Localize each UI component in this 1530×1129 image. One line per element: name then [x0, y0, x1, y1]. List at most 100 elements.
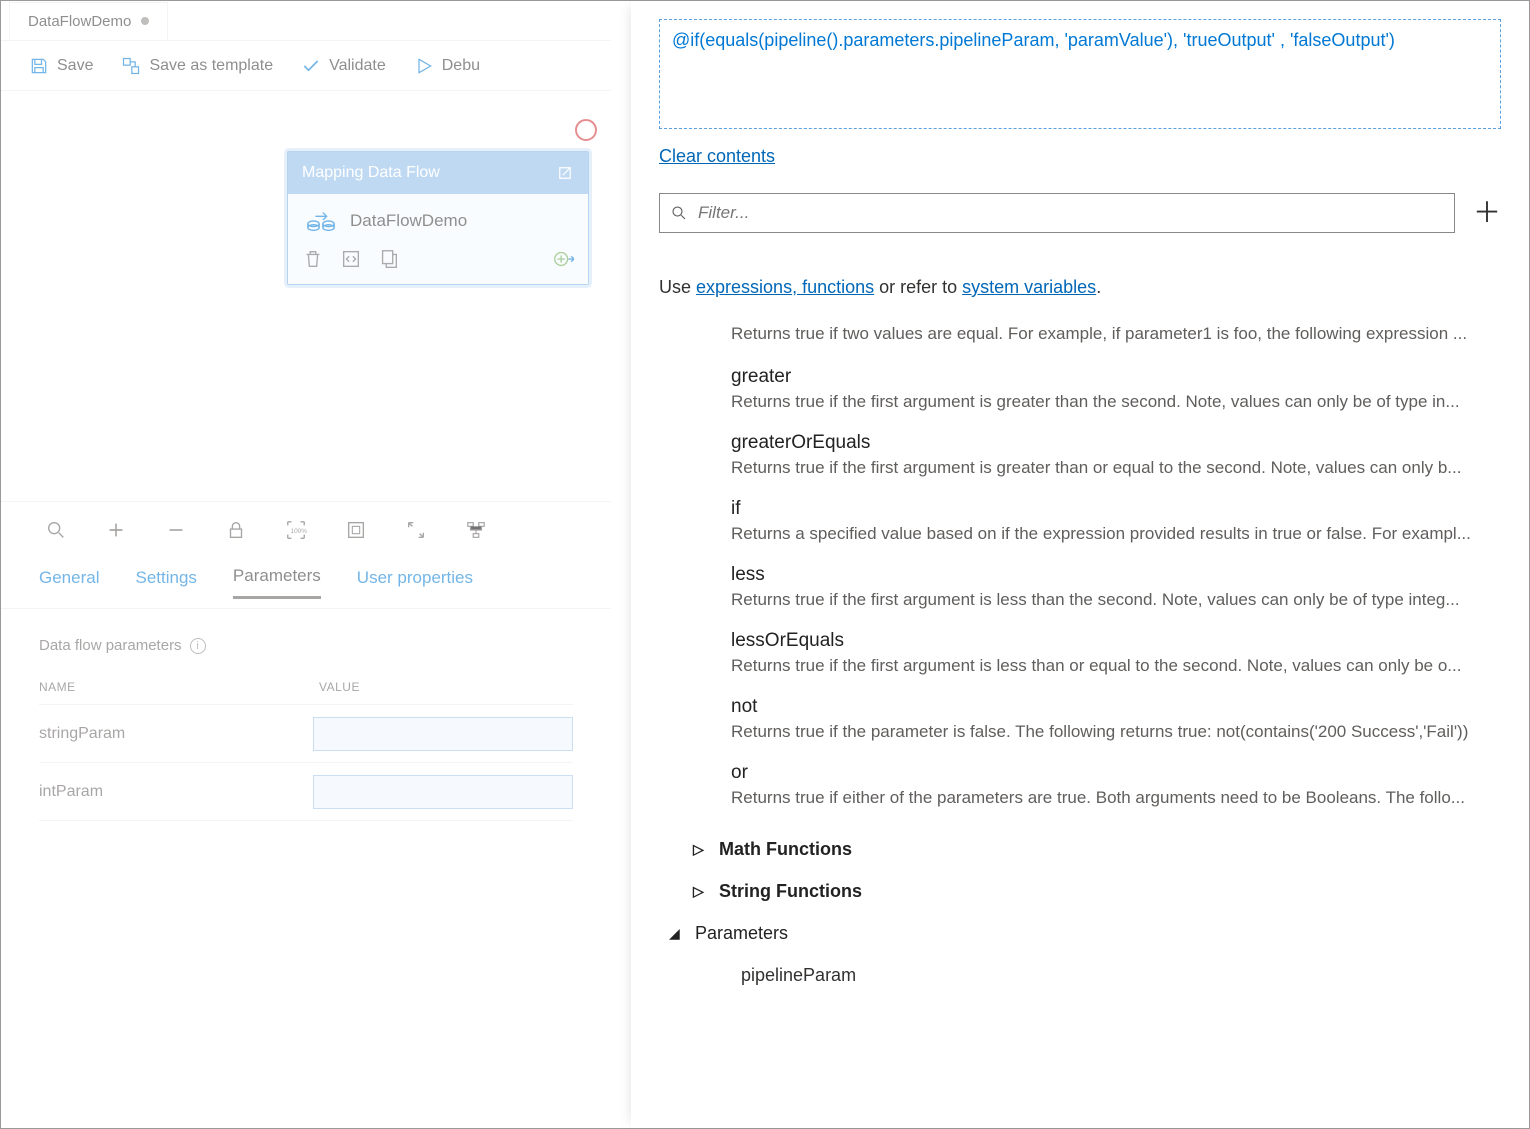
search-icon[interactable] [45, 519, 67, 541]
filter-box[interactable] [659, 193, 1455, 233]
function-desc: Returns true if two values are equal. Fo… [731, 324, 1501, 344]
function-item[interactable]: greaterOrEquals Returns true if the firs… [731, 432, 1501, 478]
tab-bar: DataFlowDemo [1, 1, 611, 41]
save-as-template-button[interactable]: Save as template [121, 56, 273, 76]
tree-child-label: pipelineParam [741, 965, 856, 986]
chevron-right-icon: ▷ [693, 883, 709, 900]
function-name: greaterOrEquals [731, 432, 1501, 454]
chevron-down-icon: ◢ [669, 925, 685, 942]
validate-label: Validate [329, 57, 386, 75]
debug-button[interactable]: Debu [414, 56, 480, 76]
function-desc: Returns true if the first argument is le… [731, 656, 1501, 676]
save-button[interactable]: Save [29, 56, 93, 76]
svg-text:100%: 100% [291, 527, 308, 534]
hint-mid: or refer to [874, 277, 962, 297]
code-icon[interactable] [340, 248, 362, 270]
layout-icon[interactable] [465, 519, 487, 541]
expression-builder-panel: Clear contents ＋ Use expressions, functi… [631, 1, 1529, 1128]
debug-label: Debu [442, 57, 480, 75]
node-header-title: Mapping Data Flow [302, 164, 440, 182]
param-value-input[interactable] [313, 775, 573, 809]
lock-icon[interactable] [225, 519, 247, 541]
toolbar: Save Save as template Validate Debu [1, 41, 611, 91]
tree: ▷ Math Functions ▷ String Functions ◢ Param… [659, 828, 1501, 996]
col-name-header: NAME [39, 680, 319, 694]
tab-title: DataFlowDemo [28, 13, 131, 30]
tree-parameters[interactable]: ◢ Parameters [669, 912, 1501, 954]
function-desc: Returns true if either of the parameters… [731, 788, 1501, 808]
function-item[interactable]: or Returns true if either of the paramet… [731, 762, 1501, 808]
fit-screen-icon[interactable] [345, 519, 367, 541]
filter-input[interactable] [698, 203, 1444, 223]
dataflow-node[interactable]: Mapping Data Flow DataFlowDemo [287, 151, 589, 285]
function-item[interactable]: less Returns true if the first argument … [731, 564, 1501, 610]
expressions-functions-link[interactable]: expressions, functions [696, 277, 874, 297]
trash-icon[interactable] [302, 248, 324, 270]
tab-dataflow[interactable]: DataFlowDemo [9, 2, 168, 40]
function-list: Returns true if two values are equal. Fo… [659, 324, 1501, 808]
template-icon [121, 56, 141, 76]
function-item[interactable]: if Returns a specified value based on if… [731, 498, 1501, 544]
hint-pre: Use [659, 277, 696, 297]
tab-settings[interactable]: Settings [135, 568, 196, 598]
function-item[interactable]: greater Returns true if the first argume… [731, 366, 1501, 412]
panel-tabs: General Settings Parameters User propert… [1, 557, 611, 609]
tree-math-functions[interactable]: ▷ Math Functions [693, 828, 1501, 870]
tree-label: Parameters [695, 923, 788, 944]
tree-parameter-item[interactable]: pipelineParam [693, 954, 1501, 996]
system-variables-link[interactable]: system variables [962, 277, 1096, 297]
canvas-toolbar: 100% [1, 501, 611, 557]
function-desc: Returns true if the first argument is gr… [731, 392, 1501, 412]
copy-icon[interactable] [378, 248, 400, 270]
param-name: stringParam [39, 725, 313, 743]
function-item[interactable]: lessOrEquals Returns true if the first a… [731, 630, 1501, 676]
function-name: if [731, 498, 1501, 520]
designer-background: DataFlowDemo Save Save as template Valid… [1, 1, 611, 1128]
node-body: DataFlowDemo [288, 194, 588, 242]
tab-parameters[interactable]: Parameters [233, 566, 321, 599]
function-name: less [731, 564, 1501, 586]
function-name: or [731, 762, 1501, 784]
function-desc: Returns true if the first argument is gr… [731, 458, 1501, 478]
col-value-header: VALUE [319, 680, 360, 694]
table-row: intParam [39, 763, 573, 821]
node-header: Mapping Data Flow [288, 152, 588, 194]
add-button[interactable]: ＋ [1473, 199, 1501, 227]
table-row: stringParam [39, 705, 573, 763]
validate-button[interactable]: Validate [301, 56, 386, 76]
add-output-icon[interactable] [552, 248, 574, 270]
tab-general[interactable]: General [39, 568, 99, 598]
zoom-100-icon[interactable]: 100% [285, 519, 307, 541]
info-icon[interactable]: i [190, 638, 206, 654]
pipeline-canvas[interactable]: Mapping Data Flow DataFlowDemo [1, 91, 611, 501]
param-value-input[interactable] [313, 717, 573, 751]
hint-post: . [1096, 277, 1101, 297]
function-desc: Returns true if the first argument is le… [731, 590, 1501, 610]
function-item[interactable]: not Returns true if the parameter is fal… [731, 696, 1501, 742]
function-name: lessOrEquals [731, 630, 1501, 652]
section-label-text: Data flow parameters [39, 637, 182, 654]
node-title: DataFlowDemo [350, 211, 467, 231]
clear-contents-link[interactable]: Clear contents [659, 146, 775, 167]
zoom-out-icon[interactable] [165, 519, 187, 541]
chevron-right-icon: ▷ [693, 841, 709, 858]
tree-label: String Functions [719, 881, 862, 902]
expression-input[interactable] [659, 19, 1501, 129]
open-external-icon[interactable] [556, 164, 574, 182]
tree-label: Math Functions [719, 839, 852, 860]
check-icon [301, 56, 321, 76]
zoom-in-icon[interactable] [105, 519, 127, 541]
error-indicator-icon [575, 119, 597, 141]
function-name: not [731, 696, 1501, 718]
function-desc: Returns true if the parameter is false. … [731, 722, 1501, 742]
tree-string-functions[interactable]: ▷ String Functions [693, 870, 1501, 912]
fullscreen-icon[interactable] [405, 519, 427, 541]
function-name: greater [731, 366, 1501, 388]
parameters-table: NAME VALUE stringParam intParam [39, 670, 573, 821]
function-desc: Returns a specified value based on if th… [731, 524, 1501, 544]
save-label: Save [57, 57, 93, 75]
param-name: intParam [39, 783, 313, 801]
save-as-template-label: Save as template [149, 57, 273, 75]
tab-user-properties[interactable]: User properties [357, 568, 473, 598]
dataflow-icon [306, 210, 336, 232]
